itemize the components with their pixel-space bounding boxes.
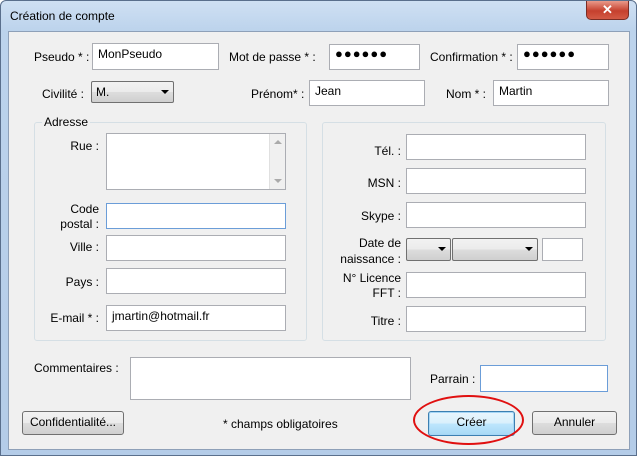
chevron-down-icon [438, 247, 446, 251]
civilite-label: Civilité : [42, 87, 85, 101]
licence-label-line2: FFT : [372, 286, 401, 300]
dialog-client-area: Pseudo * : MonPseudo Mot de passe * : ●●… [8, 31, 630, 450]
annuler-button[interactable]: Annuler [532, 411, 617, 435]
civilite-selected-value: M. [96, 85, 110, 99]
commentaires-input[interactable] [130, 357, 411, 400]
window-title: Création de compte [10, 9, 115, 23]
ville-label: Ville : [69, 240, 99, 254]
confidentialite-button[interactable]: Confidentialité... [22, 411, 124, 435]
naissance-label-line2: naissance : [340, 252, 401, 266]
email-input[interactable]: jmartin@hotmail.fr [106, 305, 286, 331]
password-label: Mot de passe * : [229, 50, 316, 64]
skype-label: Skype : [360, 209, 401, 223]
pays-label: Pays : [65, 275, 99, 289]
civilite-select[interactable]: M. [91, 81, 174, 103]
birth-month-select[interactable] [452, 238, 538, 261]
scroll-up-icon [274, 140, 282, 144]
code-postal-label-line2: postal : [60, 217, 99, 231]
titre-input[interactable] [406, 306, 586, 332]
password-input[interactable]: ●●●●●● [329, 44, 420, 70]
ville-input[interactable] [106, 235, 286, 261]
close-icon: ✕ [602, 2, 613, 17]
code-postal-label-line1: Code [70, 202, 99, 216]
prenom-label: Prénom* : [251, 87, 305, 101]
code-postal-input[interactable] [106, 203, 286, 229]
creer-button[interactable]: Créer [428, 411, 515, 436]
chevron-down-icon [161, 90, 169, 94]
required-fields-note: * champs obligatoires [223, 417, 338, 431]
skype-input[interactable] [406, 202, 586, 228]
chevron-down-icon [525, 247, 533, 251]
email-label: E-mail * : [50, 311, 99, 325]
pays-input[interactable] [106, 268, 286, 294]
titre-label: Titre : [370, 314, 401, 328]
close-button[interactable]: ✕ [586, 1, 629, 20]
confirmation-label: Confirmation * : [430, 50, 513, 64]
msn-label: MSN : [367, 176, 401, 190]
tel-label: Tél. : [374, 144, 401, 158]
address-group-title: Adresse [42, 115, 91, 129]
licence-input[interactable] [406, 272, 586, 298]
rue-textarea[interactable] [106, 133, 286, 190]
pseudo-input[interactable]: MonPseudo [92, 43, 219, 70]
licence-label-line1: N° Licence [342, 271, 401, 285]
msn-input[interactable] [406, 168, 586, 194]
naissance-label-line1: Date de [358, 236, 401, 250]
nom-input[interactable]: Martin [493, 80, 609, 106]
tel-input[interactable] [406, 134, 586, 160]
dialog-window: Création de compte ✕ Pseudo * : MonPseud… [0, 0, 637, 456]
rue-label: Rue : [70, 139, 99, 153]
prenom-input[interactable]: Jean [309, 80, 425, 106]
commentaires-label: Commentaires : [34, 361, 119, 375]
nom-label: Nom * : [446, 87, 487, 101]
birth-year-input[interactable] [542, 238, 583, 261]
confirmation-input[interactable]: ●●●●●● [517, 44, 609, 70]
title-bar[interactable]: Création de compte ✕ [1, 1, 636, 31]
pseudo-label: Pseudo * : [34, 50, 90, 64]
rue-scrollbar[interactable] [269, 134, 285, 189]
birth-day-select[interactable] [406, 238, 451, 261]
parrain-label: Parrain : [430, 372, 476, 386]
scroll-down-icon [274, 179, 282, 183]
parrain-input[interactable] [480, 365, 608, 392]
